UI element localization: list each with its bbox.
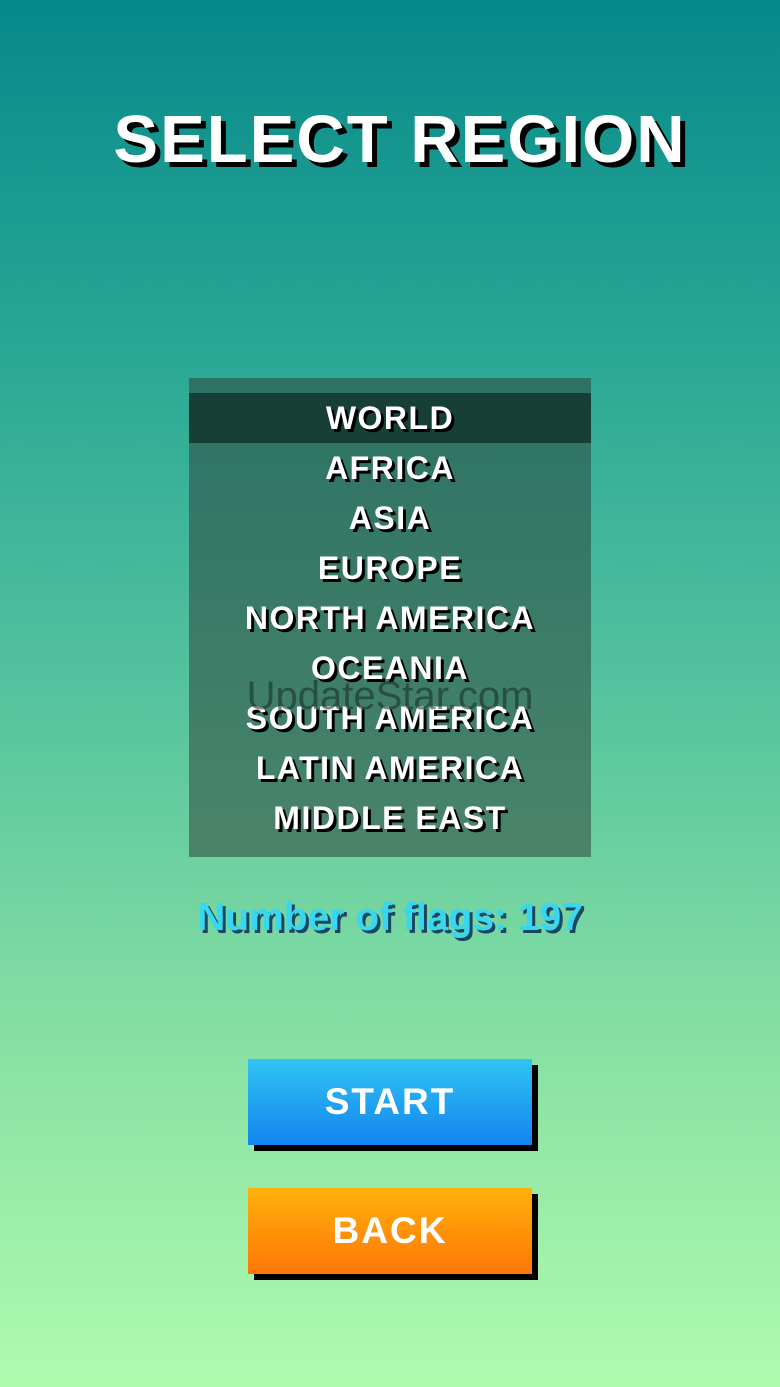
back-button[interactable]: BACK [248, 1188, 532, 1274]
region-item-latin-america[interactable]: LATIN AMERICA [189, 743, 591, 793]
region-item-oceania[interactable]: OCEANIA [189, 643, 591, 693]
region-item-europe[interactable]: EUROPE [189, 543, 591, 593]
region-item-asia[interactable]: ASIA [189, 493, 591, 543]
region-item-north-america[interactable]: NORTH AMERICA [189, 593, 591, 643]
flag-count-label: Number of flags: 197 [197, 896, 583, 939]
region-list[interactable]: WORLD AFRICA ASIA EUROPE NORTH AMERICA O… [189, 378, 591, 857]
region-item-south-america[interactable]: SOUTH AMERICA [189, 693, 591, 743]
region-item-world[interactable]: WORLD [189, 393, 591, 443]
region-item-africa[interactable]: AFRICA [189, 443, 591, 493]
region-item-middle-east[interactable]: MIDDLE EAST [189, 793, 591, 843]
start-button[interactable]: START [248, 1059, 532, 1145]
page-title: SELECT REGION [113, 102, 687, 177]
